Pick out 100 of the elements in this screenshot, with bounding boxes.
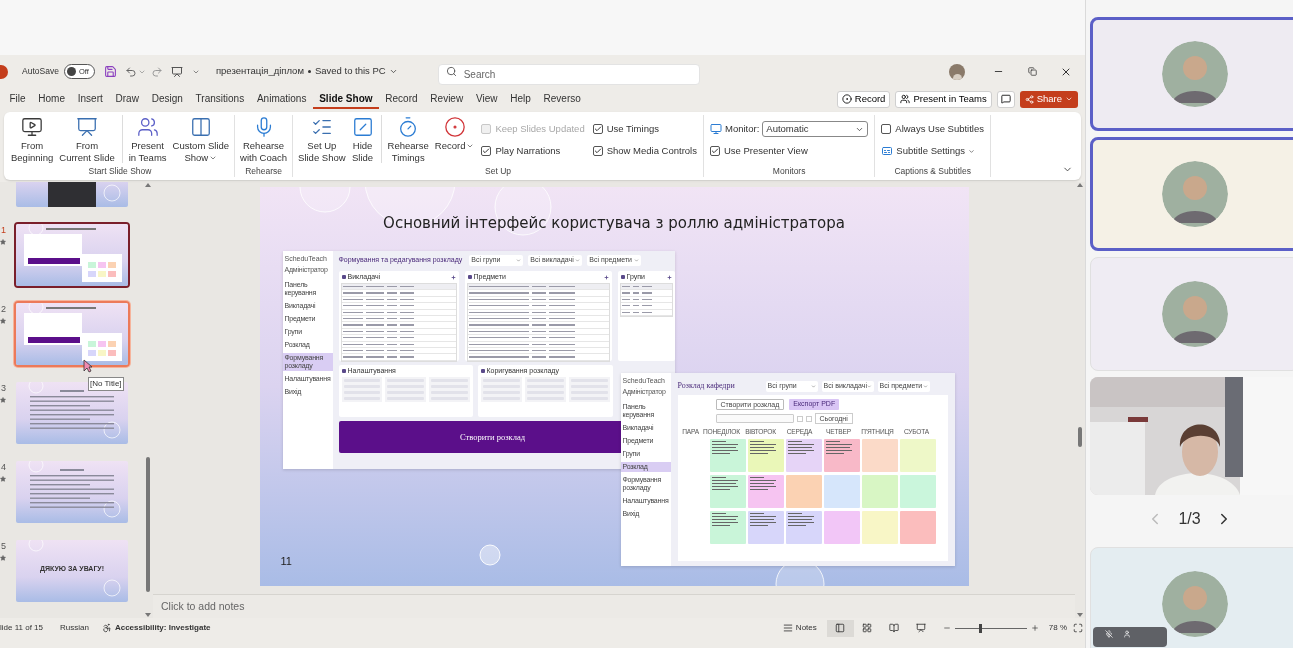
monitor-select[interactable]: Automatic <box>762 121 869 137</box>
view-button[interactable] <box>826 619 854 637</box>
search-field[interactable]: Search <box>437 64 700 85</box>
ribbon-button[interactable]: Record <box>432 115 477 163</box>
schedule-cell[interactable] <box>823 439 860 472</box>
menu-tab[interactable]: Review <box>423 89 470 109</box>
checkbox[interactable] <box>481 146 492 156</box>
checkbox[interactable] <box>592 124 603 134</box>
schedule-cell[interactable] <box>823 511 860 544</box>
transition-star-icon <box>0 239 6 245</box>
autosave-label: AutoSave <box>22 65 59 78</box>
notes-button[interactable]: Notes <box>782 622 817 634</box>
schedule-cell[interactable] <box>709 475 746 508</box>
accessibility-status[interactable]: Accessibility: Investigate <box>114 622 211 634</box>
checkbox-label: Play Narrations <box>495 143 561 158</box>
checkbox-label: Use Presenter View <box>724 143 808 158</box>
presentation-icon <box>76 116 98 138</box>
person-icon[interactable] <box>1123 630 1131 638</box>
zoom-slider-thumb[interactable] <box>979 623 983 633</box>
undo-icon[interactable] <box>124 65 137 78</box>
menu-tab[interactable]: Draw <box>109 89 146 109</box>
record-button[interactable]: Record <box>836 90 891 108</box>
participant-tile[interactable] <box>1090 137 1293 251</box>
menu-tab[interactable]: Animations <box>250 89 313 109</box>
checkbox[interactable] <box>881 124 892 134</box>
zoom-level[interactable]: 78 % <box>1048 622 1067 634</box>
table-drawing <box>619 283 673 317</box>
schedule-cell[interactable] <box>899 439 936 472</box>
share-icon <box>1024 94 1034 104</box>
caret-icon <box>209 154 218 162</box>
menu-tab[interactable]: Help <box>503 89 538 109</box>
checkbox[interactable] <box>710 146 720 156</box>
schedule-cell[interactable] <box>747 475 784 508</box>
ribbon-button[interactable]: Present in Teams <box>121 115 169 163</box>
caret-icon <box>516 258 522 263</box>
vertical-scrollbar[interactable] <box>143 182 153 618</box>
caret-icon <box>1065 95 1073 103</box>
slide-number: 4 <box>1 462 6 472</box>
slide-number: 11 <box>280 554 292 569</box>
menu-tab[interactable]: Transitions <box>189 89 251 109</box>
muted-microphone-icon[interactable] <box>1105 630 1113 638</box>
tile-toolbar[interactable] <box>1093 627 1167 647</box>
save-icon[interactable] <box>103 65 117 78</box>
avatar[interactable] <box>949 63 965 80</box>
slide-number: 1 <box>1 225 6 235</box>
slide-number: 3 <box>1 383 6 393</box>
ribbon-button[interactable]: Rehearse Timings <box>380 115 431 163</box>
page-heading: Розклад кафедри <box>677 380 736 392</box>
checkbox-label: Show Media Controls <box>606 143 697 158</box>
schedule-cell[interactable] <box>899 511 936 544</box>
ribbon-button[interactable]: Set Up Slide Show <box>296 115 348 163</box>
schedule-cell[interactable] <box>709 511 746 544</box>
schedule-cell[interactable] <box>861 475 898 508</box>
share-button[interactable]: Share <box>1019 90 1078 108</box>
subtitle-settings-menu[interactable]: Subtitle Settings <box>881 143 984 159</box>
menu-tab[interactable]: File <box>3 89 32 109</box>
menu-tab[interactable]: Slide Show <box>312 89 379 109</box>
fit-to-window-icon[interactable] <box>1073 623 1083 633</box>
ribbon-button[interactable]: From Current Slide <box>57 115 117 163</box>
ribbon-button[interactable]: Custom Slide Show <box>170 115 232 163</box>
menu-tab[interactable]: Insert <box>71 89 110 109</box>
caret-icon <box>866 383 872 389</box>
schedule-cell[interactable] <box>861 511 898 544</box>
add-icon[interactable] <box>603 274 609 280</box>
schedule-cell[interactable] <box>747 439 784 472</box>
redo-icon[interactable] <box>150 65 163 78</box>
ribbon-button[interactable]: From Beginning <box>9 115 56 163</box>
avatar <box>1162 571 1228 637</box>
slide-number: 5 <box>1 541 6 551</box>
caret-icon[interactable] <box>388 67 398 76</box>
checkbox-label: Always Use Subtitles <box>895 121 984 136</box>
menu-tab[interactable]: View <box>469 89 504 109</box>
schedule-cell[interactable] <box>899 475 936 508</box>
comments-button[interactable] <box>996 90 1015 108</box>
schedule-cell[interactable] <box>861 439 898 472</box>
menu-tab[interactable]: Reverso <box>537 89 588 109</box>
ribbon-button[interactable]: Hide Slide <box>349 115 376 163</box>
schedule-cell[interactable] <box>785 439 822 472</box>
create-schedule-button[interactable]: Створити розклад <box>338 421 621 453</box>
ribbon-button[interactable]: Rehearse with Coach <box>238 115 290 163</box>
menu-tab[interactable]: Design <box>145 89 190 109</box>
zoom-in-icon[interactable] <box>1030 624 1039 632</box>
participant-tile[interactable] <box>1090 17 1293 131</box>
present-in-teams-button[interactable]: Present in Teams <box>895 90 992 108</box>
language[interactable]: Russian <box>60 622 89 634</box>
menu-tab[interactable]: Home <box>31 89 72 109</box>
schedule-cell[interactable] <box>823 475 860 508</box>
caret-icon <box>922 383 928 389</box>
schedule-cell[interactable] <box>747 511 784 544</box>
schedule-cell[interactable] <box>709 439 746 472</box>
schedule-cell[interactable] <box>785 475 822 508</box>
checkbox[interactable] <box>592 146 603 156</box>
cursor-icon <box>83 359 93 373</box>
accessibility-icon[interactable] <box>101 623 112 633</box>
add-icon[interactable] <box>666 274 672 280</box>
notes-placeholder[interactable]: Click to add notes <box>161 598 245 615</box>
add-icon[interactable] <box>450 274 456 280</box>
schedule-cell[interactable] <box>785 511 822 544</box>
menu-tab[interactable]: Record <box>378 89 424 109</box>
presentation-icon[interactable] <box>170 65 183 78</box>
